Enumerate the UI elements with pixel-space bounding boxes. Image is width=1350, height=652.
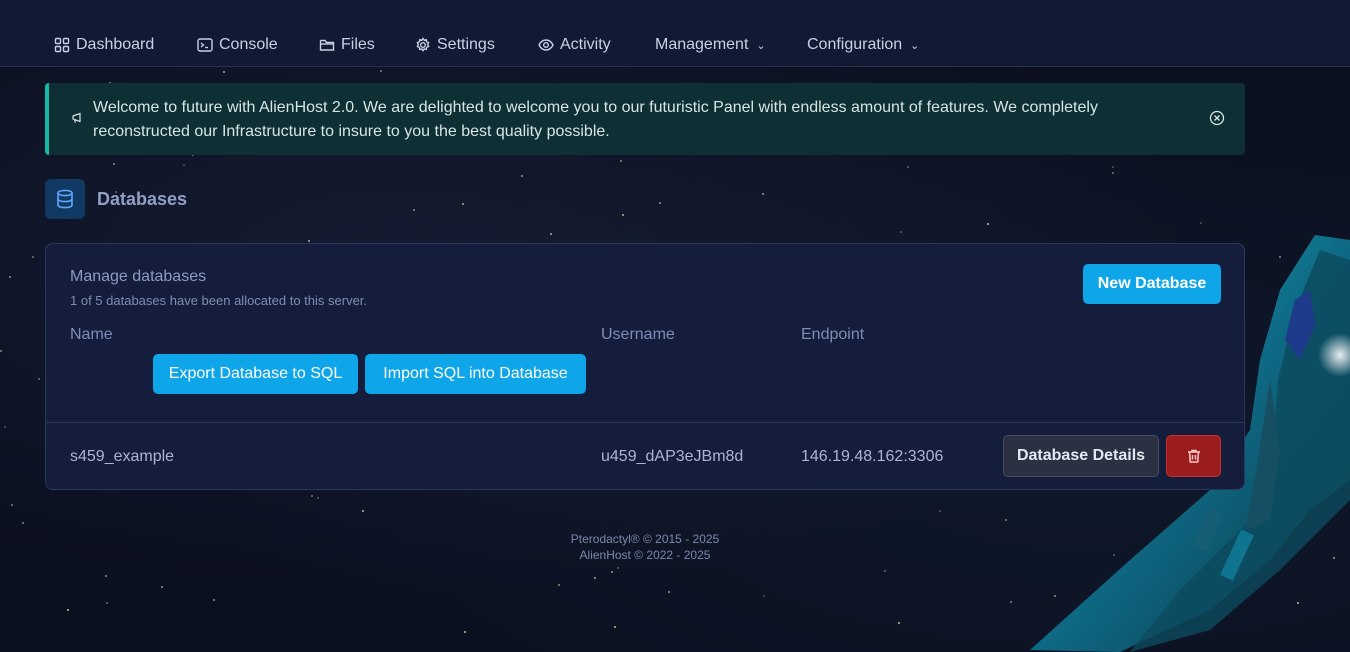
nav-management-label: Management — [655, 36, 749, 53]
announcement-alert: Welcome to future with AlienHost 2.0. We… — [45, 83, 1245, 155]
nav-dashboard[interactable]: Dashboard — [54, 34, 154, 56]
grid-icon — [54, 37, 70, 53]
nav-management[interactable]: Management ⌄ — [655, 34, 766, 56]
footer-pterodactyl: Pterodactyl® © 2015 - 2025 — [570, 532, 720, 546]
nav-files-label: Files — [341, 36, 375, 53]
star — [907, 166, 909, 168]
column-header-username: Username — [601, 326, 675, 343]
star — [462, 203, 464, 205]
star — [1200, 222, 1202, 224]
trash-icon — [1187, 449, 1200, 463]
star — [113, 163, 115, 165]
star — [464, 631, 466, 633]
star — [521, 175, 523, 177]
star — [1005, 519, 1007, 521]
star — [9, 276, 11, 278]
databases-card: Manage databases 1 of 5 databases have b… — [45, 243, 1245, 490]
database-username: u459_dAP3eJBm8d — [601, 448, 744, 465]
close-circle-icon[interactable] — [1209, 110, 1225, 126]
page-title: Databases — [97, 189, 188, 209]
nav-configuration[interactable]: Configuration ⌄ — [807, 34, 919, 56]
footer-alienhost: AlienHost © 2022 - 2025 — [579, 548, 711, 562]
nav-dashboard-label: Dashboard — [76, 36, 155, 53]
nav-settings-label: Settings — [437, 36, 495, 53]
star — [67, 609, 69, 611]
column-header-name: Name — [70, 326, 113, 343]
star — [1112, 166, 1114, 168]
star — [900, 231, 902, 233]
folder-icon — [319, 39, 335, 51]
star — [183, 164, 185, 166]
star — [38, 378, 40, 380]
column-header-endpoint: Endpoint — [801, 326, 865, 343]
database-details-button[interactable]: Database Details — [1003, 435, 1159, 477]
star — [317, 497, 319, 499]
star — [362, 510, 364, 512]
star — [762, 193, 764, 195]
star — [311, 495, 313, 497]
star — [884, 570, 886, 572]
delete-database-button[interactable] — [1166, 435, 1221, 477]
star — [11, 504, 13, 506]
star — [987, 223, 989, 225]
database-name: s459_example — [70, 448, 175, 465]
star — [22, 522, 24, 524]
nav-activity-label: Activity — [560, 36, 611, 53]
nav-activity[interactable]: Activity — [538, 34, 611, 56]
chevron-down-icon: ⌄ — [910, 39, 920, 52]
nav-files[interactable]: Files — [319, 34, 375, 56]
star — [4, 426, 6, 428]
star — [105, 575, 107, 577]
star — [106, 602, 108, 604]
star — [622, 214, 624, 216]
gear-icon — [416, 37, 430, 52]
star — [939, 510, 941, 512]
terminal-icon — [197, 38, 213, 52]
allocation-text: 1 of 5 databases have been allocated to … — [70, 293, 368, 308]
star — [898, 622, 900, 624]
star — [32, 256, 34, 258]
star — [161, 586, 163, 588]
chevron-down-icon: ⌄ — [756, 39, 766, 52]
nav-configuration-label: Configuration — [807, 36, 903, 53]
star — [620, 160, 622, 162]
database-icon-badge — [45, 179, 85, 219]
star — [659, 202, 661, 204]
star — [380, 70, 382, 72]
star — [223, 71, 225, 73]
card-heading: Manage databases — [70, 268, 207, 285]
star — [308, 240, 310, 242]
nav-settings[interactable]: Settings — [415, 34, 495, 56]
star — [213, 599, 215, 601]
row-divider — [46, 422, 1244, 423]
star — [614, 626, 616, 628]
star — [668, 591, 670, 593]
star — [594, 577, 596, 579]
star — [558, 584, 560, 586]
import-sql-button[interactable]: Import SQL into Database — [365, 354, 586, 394]
star — [0, 350, 2, 352]
megaphone-icon — [72, 112, 81, 123]
top-navbar: Dashboard Console Files Settings Activit… — [0, 0, 1350, 67]
eye-icon — [538, 39, 554, 51]
star — [1112, 172, 1114, 174]
export-database-button[interactable]: Export Database to SQL — [153, 354, 358, 394]
new-database-button[interactable]: New Database — [1083, 264, 1221, 304]
alert-message: Welcome to future with AlienHost 2.0. We… — [93, 99, 1098, 140]
database-endpoint: 146.19.48.162:3306 — [801, 448, 944, 465]
star — [763, 595, 765, 597]
database-icon — [57, 189, 73, 209]
star — [611, 571, 613, 573]
nav-console-label: Console — [219, 36, 278, 53]
star — [617, 567, 619, 569]
nav-console[interactable]: Console — [197, 34, 278, 56]
star — [550, 233, 552, 235]
star — [413, 209, 415, 211]
